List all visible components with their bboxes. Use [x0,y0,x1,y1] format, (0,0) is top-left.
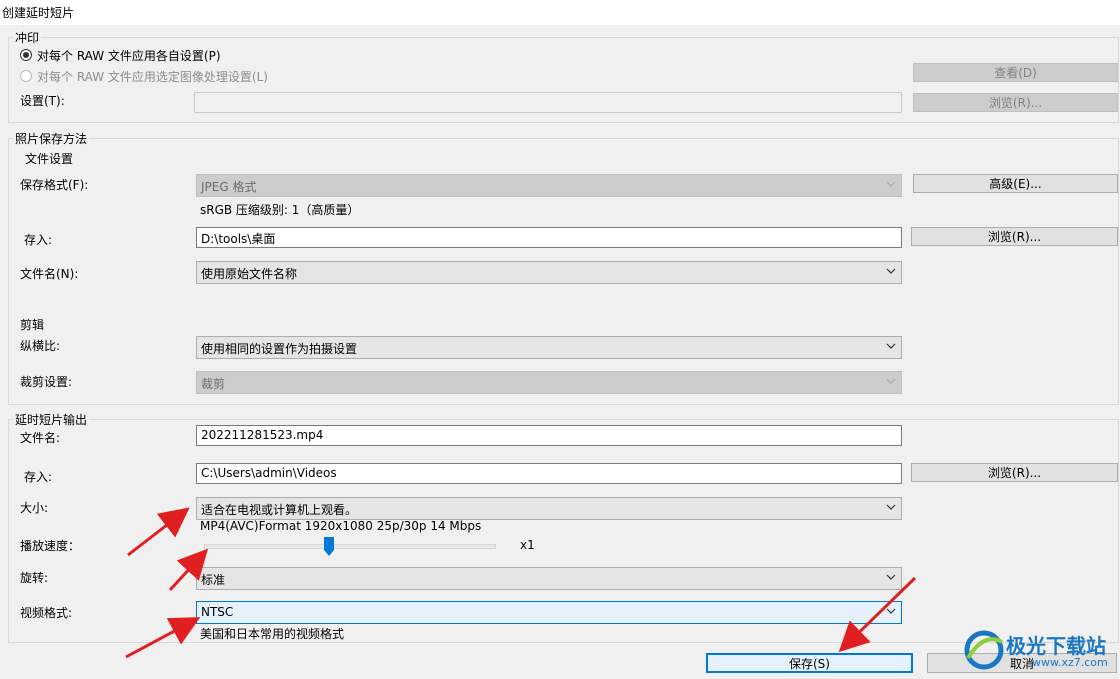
view-button[interactable]: 查看(D) [913,63,1118,82]
chevron-down-icon [886,574,896,580]
output-save-to-field[interactable]: C:\Users\admin\Videos [196,463,902,484]
size-select[interactable]: 适合在电视或计算机上观看。 [196,497,902,520]
video-format-label: 视频格式: [20,606,73,620]
speed-label: 播放速度： [20,539,81,553]
advanced-button[interactable]: 高级(E)... [913,174,1118,193]
save-format-value: JPEG 格式 [201,180,257,194]
speed-value-label: x1 [520,538,535,552]
speed-slider-thumb[interactable] [324,537,335,556]
crop-section-label: 剪辑 [20,318,45,332]
crop-value: 裁剪 [201,377,226,391]
print-group-label: 冲印 [13,29,42,46]
format-info: sRGB 压缩级别: 1（高质量） [200,203,360,217]
rotate-label: 旋转: [20,571,49,585]
chevron-down-icon [886,378,896,384]
photo-filename-label: 文件名(N): [20,267,79,281]
photo-filename-select[interactable]: 使用原始文件名称 [196,261,902,284]
aspect-select[interactable]: 使用相同的设置作为拍摄设置 [196,336,902,359]
crop-label: 裁剪设置: [20,375,73,389]
photo-filename-value: 使用原始文件名称 [201,267,298,281]
settings-field[interactable] [194,92,902,113]
size-value: 适合在电视或计算机上观看。 [201,503,358,517]
watermark-text: 极光下载站 [1006,634,1106,658]
chevron-down-icon [886,504,896,510]
file-settings-label: 文件设置 [25,152,74,166]
output-browse-button[interactable]: 浏览(R)... [911,463,1118,482]
photo-save-to-field[interactable]: D:\tools\桌面 [196,227,902,248]
output-filename-field[interactable]: 202211281523.mp4 [196,425,902,446]
photo-save-to-label: 存入: [24,233,53,247]
radio-selected-raw-label[interactable]: 对每个 RAW 文件应用选定图像处理设置(L) [37,68,268,85]
aspect-label: 纵横比: [20,339,61,353]
aspect-value: 使用相同的设置作为拍摄设置 [201,342,358,356]
crop-select[interactable]: 裁剪 [196,371,902,394]
watermark: 极光下载站 www.xz7.com [962,626,1117,676]
chevron-down-icon [886,343,896,349]
settings-label: 设置(T): [20,94,65,108]
save-format-select[interactable]: JPEG 格式 [196,174,902,197]
speed-slider-track[interactable] [204,544,496,549]
photo-browse-button[interactable]: 浏览(R)... [911,227,1118,246]
radio-each-raw[interactable] [20,49,32,61]
output-filename-label: 文件名: [20,431,61,445]
title-bar: 创建延时短片 [0,0,1120,25]
rotate-value: 标准 [201,573,226,587]
video-format-info: 美国和日本常用的视频格式 [200,627,345,641]
chevron-down-icon [886,181,896,187]
chevron-down-icon [886,608,896,614]
watermark-logo-icon [964,630,1004,670]
video-format-value: NTSC [201,605,234,619]
output-save-to-label: 存入: [24,470,53,484]
radio-each-raw-label[interactable]: 对每个 RAW 文件应用各自设置(P) [37,47,221,64]
rotate-select[interactable]: 标准 [196,567,902,590]
video-format-select[interactable]: NTSC [196,601,902,624]
output-group-label: 延时短片输出 [13,411,90,428]
settings-browse-button[interactable]: 浏览(R)... [913,93,1118,112]
save-format-label: 保存格式(F): [20,178,89,192]
chevron-down-icon [886,268,896,274]
photo-save-group-label: 照片保存方法 [13,130,90,147]
watermark-url: www.xz7.com [1032,656,1108,669]
size-info: MP4(AVC)Format 1920x1080 25p/30p 14 Mbps [200,519,482,533]
save-button[interactable]: 保存(S) [706,653,913,673]
radio-selected-raw[interactable] [20,70,32,82]
size-label: 大小: [20,501,49,515]
window-title: 创建延时短片 [2,6,75,20]
